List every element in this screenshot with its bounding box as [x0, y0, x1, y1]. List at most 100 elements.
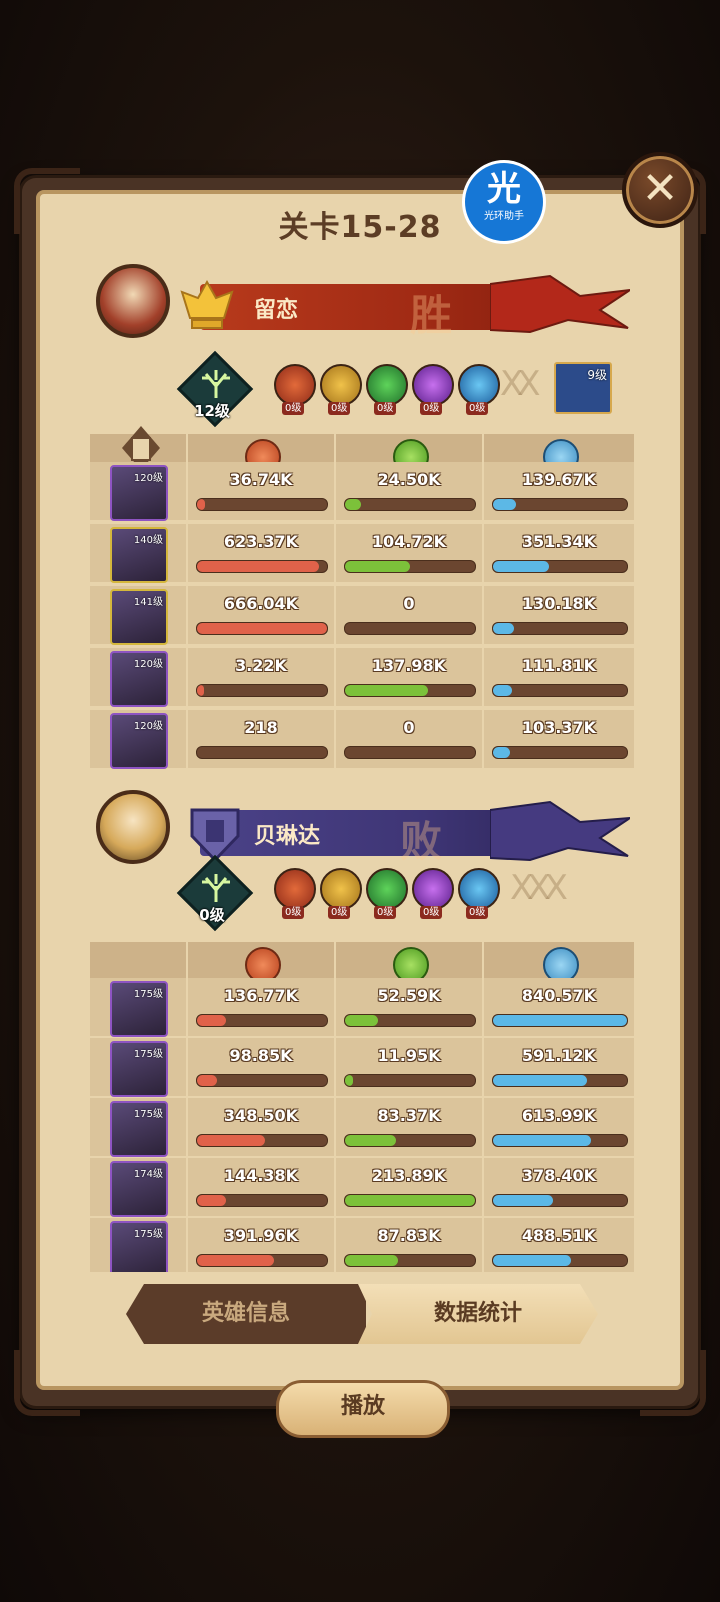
damage-cell: 36.74K: [188, 462, 334, 520]
shield-bar: [492, 622, 628, 635]
faction-wilder-icon: [366, 868, 408, 910]
hero-portrait[interactable]: 141级: [110, 589, 168, 645]
shield-value: 139.67K: [521, 470, 597, 489]
faction-lightbearer-icon: [274, 868, 316, 910]
faction-graveborn-icon: [412, 364, 454, 406]
heal-bar-fill: [345, 561, 410, 572]
heal-bar: [344, 622, 476, 635]
close-icon: ✕: [641, 163, 679, 214]
tree-level: 0级: [199, 906, 225, 924]
shield-bar: [492, 498, 628, 511]
damage-bar-fill: [197, 1195, 226, 1206]
hero-portrait[interactable]: 174级: [110, 1161, 168, 1217]
shield-bar-fill: [493, 623, 515, 634]
faction-level: 0级: [282, 906, 305, 919]
hero-portrait[interactable]: 175级: [110, 981, 168, 1037]
tab-hero-info[interactable]: 英雄信息: [126, 1284, 366, 1344]
heal-value: 87.83K: [377, 1226, 441, 1245]
heal-bar-fill: [345, 1135, 396, 1146]
shield-bar-fill: [493, 747, 511, 758]
hero-portrait[interactable]: 140级: [110, 527, 168, 583]
shield-bar: [492, 1074, 628, 1087]
hero-stat-row: 120级 218 0 103.37K: [90, 710, 634, 769]
shield-bar: [492, 1014, 628, 1027]
shield-cell: 130.18K: [484, 586, 634, 644]
frame-corner: [14, 1350, 80, 1416]
hero-portrait[interactable]: 175级: [110, 1101, 168, 1157]
damage-bar: [196, 746, 328, 759]
faction-level: 0级: [328, 906, 351, 919]
damage-bar-fill: [197, 1255, 274, 1266]
hero-stat-row: 175级 136.77K 52.59K 840.57K: [90, 978, 634, 1037]
opponent-avatar[interactable]: [96, 790, 170, 864]
shield-cell: 840.57K: [484, 978, 634, 1036]
hero-stat-row: 140级 623.37K 104.72K 351.34K: [90, 524, 634, 583]
lose-label: 败: [400, 817, 443, 866]
damage-cell: 391.96K: [188, 1218, 334, 1272]
shield-bar-fill: [493, 1135, 591, 1146]
hero-portrait[interactable]: 120级: [110, 651, 168, 707]
heal-bar: [344, 1014, 476, 1027]
shield-bar-fill: [493, 1075, 587, 1086]
hero-stat-row: 141级 666.04K 0 130.18K: [90, 586, 634, 645]
pet-level: 9级: [587, 368, 607, 382]
damage-value: 144.38K: [223, 1166, 299, 1185]
damage-bar-fill: [197, 685, 204, 696]
heal-cell: 0: [336, 586, 482, 644]
shield-value: 130.18K: [521, 594, 597, 613]
hero-portrait[interactable]: 120级: [110, 465, 168, 521]
faction-level: 0级: [328, 402, 351, 415]
heal-value: 24.50K: [377, 470, 441, 489]
damage-value: 666.04K: [223, 594, 299, 613]
shield-value: 840.57K: [521, 986, 597, 1005]
damage-cell: 3.22K: [188, 648, 334, 706]
heal-bar: [344, 1074, 476, 1087]
shield-value: 488.51K: [521, 1226, 597, 1245]
tree-icon: [202, 874, 230, 902]
damage-bar-fill: [197, 1015, 226, 1026]
heal-bar: [344, 1254, 476, 1267]
winner-banner: [200, 284, 520, 330]
hero-portrait[interactable]: 120级: [110, 713, 168, 769]
hero-level: 175级: [133, 1229, 163, 1240]
shield-cell: 111.81K: [484, 648, 634, 706]
shield-bar: [492, 1194, 628, 1207]
tree-level: 12级: [194, 402, 230, 420]
heal-bar-fill: [345, 1195, 475, 1206]
heal-bar-fill: [345, 1255, 399, 1266]
hero-level: 175级: [133, 1109, 163, 1120]
damage-bar: [196, 622, 328, 635]
damage-bar-fill: [197, 1135, 265, 1146]
faction-wilder-icon: [366, 364, 408, 406]
shield-cell: 351.34K: [484, 524, 634, 582]
faction-mauler-icon: [320, 364, 362, 406]
faction-graveborn-icon: [412, 868, 454, 910]
hero-level: 141级: [133, 597, 163, 608]
damage-bar: [196, 498, 328, 511]
victory-crown-icon: [180, 279, 234, 329]
pet-portrait[interactable]: 9级: [554, 362, 612, 414]
damage-bar: [196, 1014, 328, 1027]
play-button[interactable]: 播放: [276, 1380, 450, 1438]
watermark-logo: 光 光环助手: [462, 160, 546, 244]
tab-data-stats[interactable]: 数据统计: [358, 1284, 598, 1344]
shield-bar: [492, 746, 628, 759]
win-label: 胜: [410, 291, 453, 340]
watermark-text: 光环助手: [484, 211, 524, 222]
shield-bar-fill: [493, 561, 550, 572]
damage-cell: 666.04K: [188, 586, 334, 644]
hero-portrait[interactable]: 175级: [110, 1041, 168, 1097]
shield-bar: [492, 1254, 628, 1267]
heal-value: 104.72K: [371, 532, 447, 551]
damage-bar: [196, 560, 328, 573]
hero-cell: 175级: [90, 1038, 186, 1097]
damage-cell: 348.50K: [188, 1098, 334, 1156]
hero-portrait[interactable]: 175级: [110, 1221, 168, 1272]
heal-bar: [344, 1134, 476, 1147]
heal-bar: [344, 1194, 476, 1207]
close-button[interactable]: ✕: [622, 152, 698, 228]
hero-level: 120级: [133, 473, 163, 484]
damage-cell: 218: [188, 710, 334, 768]
player-avatar[interactable]: [96, 264, 170, 338]
damage-value: 623.37K: [223, 532, 299, 551]
